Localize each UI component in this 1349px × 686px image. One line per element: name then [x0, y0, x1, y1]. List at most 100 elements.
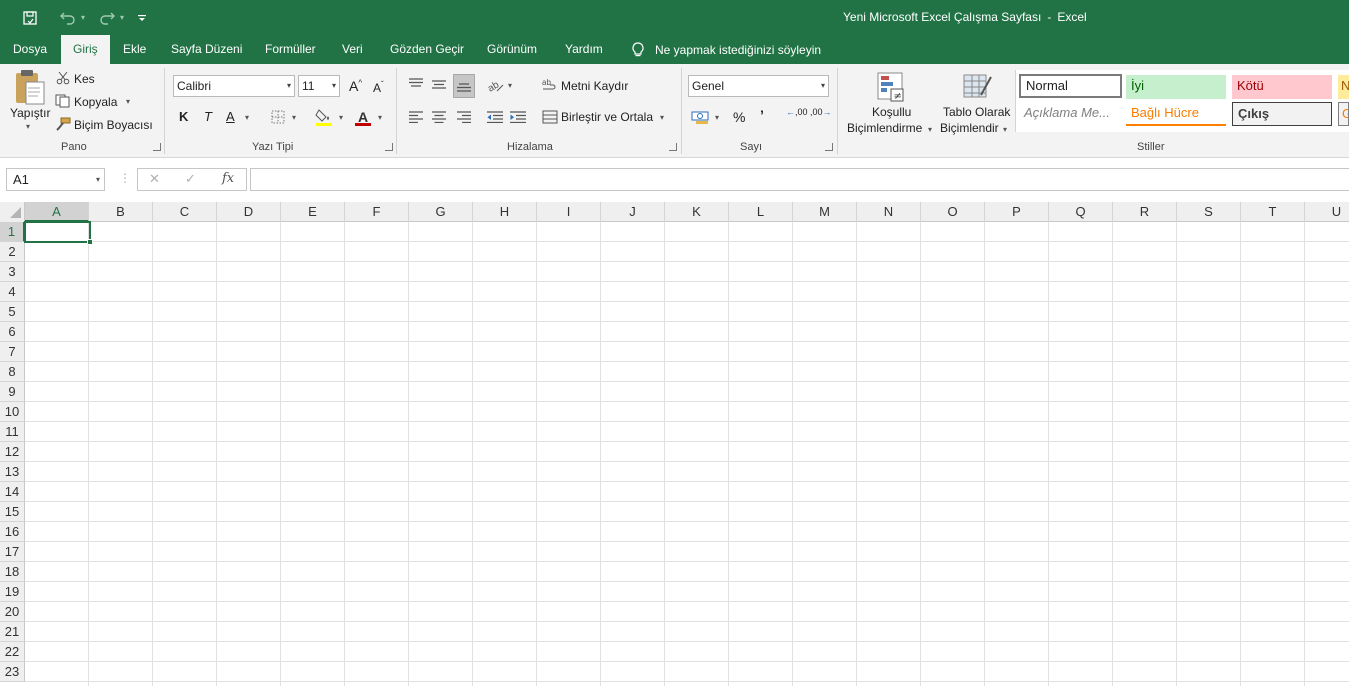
align-right-icon[interactable] — [455, 109, 473, 125]
row-header[interactable]: 4 — [0, 282, 25, 302]
align-middle-icon[interactable] — [430, 76, 448, 92]
column-header[interactable]: S — [1177, 202, 1241, 222]
worksheet-grid[interactable]: ABCDEFGHIJKLMNOPQRSTU 1 2 3 4 5 6 7 8 9 10 11 12 13 1… — [0, 202, 1349, 686]
tab-formuller[interactable]: Formüller — [265, 35, 316, 64]
column-header[interactable]: E — [281, 202, 345, 222]
font-color-dropdown-icon[interactable]: ▾ — [378, 113, 382, 122]
fill-color-icon[interactable] — [315, 107, 333, 127]
style-neutral[interactable]: N — [1338, 75, 1349, 99]
row-header[interactable]: 9 — [0, 382, 25, 402]
increase-indent-icon[interactable] — [509, 109, 527, 125]
column-header[interactable]: O — [921, 202, 985, 222]
tab-sayfa-duzeni[interactable]: Sayfa Düzeni — [171, 35, 242, 64]
conditional-formatting-label-1[interactable]: Koşullu — [872, 105, 911, 119]
tell-me-box[interactable]: Ne yapmak istediğinizi söyleyin — [631, 35, 821, 64]
column-header[interactable]: I — [537, 202, 601, 222]
number-launcher-icon[interactable] — [825, 143, 833, 151]
column-header[interactable]: H — [473, 202, 537, 222]
row-header[interactable]: 13 — [0, 462, 25, 482]
row-header[interactable]: 20 — [0, 602, 25, 622]
font-name-select[interactable]: Calibri ▾ — [173, 75, 295, 97]
redo-dropdown-icon[interactable]: ▾ — [120, 13, 124, 22]
row-header[interactable]: 23 — [0, 662, 25, 682]
row-header[interactable]: 19 — [0, 582, 25, 602]
orientation-dropdown-icon[interactable]: ▾ — [508, 81, 512, 90]
copy-button[interactable]: Kopyala — [74, 95, 117, 109]
column-header[interactable]: G — [409, 202, 473, 222]
tab-veri[interactable]: Veri — [342, 35, 363, 64]
style-input[interactable]: G — [1338, 102, 1349, 126]
decrease-decimal-button[interactable]: ,00→ — [810, 108, 832, 117]
column-header[interactable]: K — [665, 202, 729, 222]
row-header[interactable]: 1 — [0, 222, 25, 242]
paste-dropdown-icon[interactable]: ▾ — [26, 122, 30, 131]
column-header[interactable]: A — [25, 202, 89, 222]
format-as-table-dropdown-icon[interactable]: ▾ — [1003, 125, 1007, 134]
row-header[interactable]: 14 — [0, 482, 25, 502]
column-header[interactable]: C — [153, 202, 217, 222]
column-header[interactable]: U — [1305, 202, 1349, 222]
row-header[interactable]: 7 — [0, 342, 25, 362]
column-header[interactable]: M — [793, 202, 857, 222]
font-size-select[interactable]: 11 ▾ — [298, 75, 340, 97]
fill-handle[interactable] — [87, 239, 93, 245]
format-as-table-label-2[interactable]: Biçimlendir — [940, 121, 999, 135]
accounting-format-icon[interactable] — [691, 108, 711, 126]
tab-giris[interactable]: Giriş — [61, 35, 110, 64]
italic-button[interactable]: T — [204, 109, 212, 124]
row-header[interactable]: 6 — [0, 322, 25, 342]
copy-dropdown-icon[interactable]: ▾ — [126, 97, 130, 106]
select-all-button[interactable] — [0, 202, 25, 222]
active-cell[interactable] — [24, 221, 93, 245]
align-top-icon[interactable] — [407, 76, 425, 92]
column-header[interactable]: T — [1241, 202, 1305, 222]
paste-icon[interactable] — [10, 68, 50, 108]
underline-dropdown-icon[interactable]: ▾ — [245, 113, 249, 122]
row-header[interactable]: 8 — [0, 362, 25, 382]
column-header[interactable]: Q — [1049, 202, 1113, 222]
conditional-formatting-label-2[interactable]: Biçimlendirme — [847, 121, 922, 135]
format-as-table-label-1[interactable]: Tablo Olarak — [943, 105, 1010, 119]
formula-input[interactable] — [250, 168, 1349, 191]
row-header[interactable]: 2 — [0, 242, 25, 262]
merge-center-button[interactable]: Birleştir ve Ortala — [561, 110, 653, 124]
save-icon[interactable] — [18, 6, 42, 30]
percent-style-button[interactable]: % — [733, 109, 745, 125]
row-header[interactable]: 21 — [0, 622, 25, 642]
font-color-button[interactable]: A — [354, 107, 372, 127]
tab-dosya[interactable]: Dosya — [13, 35, 47, 64]
style-normal[interactable]: Normal — [1019, 74, 1122, 98]
formula-bar-grip-icon[interactable]: ⋮ — [119, 171, 131, 185]
row-header[interactable]: 5 — [0, 302, 25, 322]
comma-style-button[interactable]: ’ — [760, 107, 764, 123]
fill-color-dropdown-icon[interactable]: ▾ — [339, 113, 343, 122]
name-box[interactable]: A1 ▾ — [6, 168, 105, 191]
conditional-dropdown-icon[interactable]: ▾ — [928, 125, 932, 134]
cancel-icon[interactable]: ✕ — [149, 171, 160, 187]
increase-decimal-button[interactable]: ←,00 — [786, 108, 808, 117]
borders-icon[interactable] — [270, 109, 286, 125]
row-header[interactable]: 17 — [0, 542, 25, 562]
orientation-icon[interactable]: ab — [486, 76, 504, 94]
customize-qat-icon[interactable] — [130, 6, 154, 30]
style-bad[interactable]: Kötü — [1232, 75, 1332, 99]
format-painter-button[interactable]: Biçim Boyacısı — [74, 118, 153, 132]
tab-yardim[interactable]: Yardım — [565, 35, 603, 64]
align-bottom-icon[interactable] — [453, 74, 475, 98]
undo-dropdown-icon[interactable]: ▾ — [81, 13, 85, 22]
bold-button[interactable]: K — [179, 109, 188, 124]
accounting-dropdown-icon[interactable]: ▾ — [715, 113, 719, 122]
align-center-icon[interactable] — [430, 109, 448, 125]
cut-button[interactable]: Kes — [74, 72, 95, 86]
cells-area[interactable] — [25, 222, 1349, 686]
column-header[interactable]: N — [857, 202, 921, 222]
column-header[interactable]: F — [345, 202, 409, 222]
tab-gozden-gecir[interactable]: Gözden Geçir — [390, 35, 464, 64]
row-header[interactable]: 16 — [0, 522, 25, 542]
style-good[interactable]: İyi — [1126, 75, 1226, 99]
shrink-font-button[interactable]: Aˇ — [373, 80, 384, 95]
align-left-icon[interactable] — [407, 109, 425, 125]
grow-font-button[interactable]: A^ — [349, 78, 362, 94]
row-header[interactable]: 11 — [0, 422, 25, 442]
column-header[interactable]: J — [601, 202, 665, 222]
